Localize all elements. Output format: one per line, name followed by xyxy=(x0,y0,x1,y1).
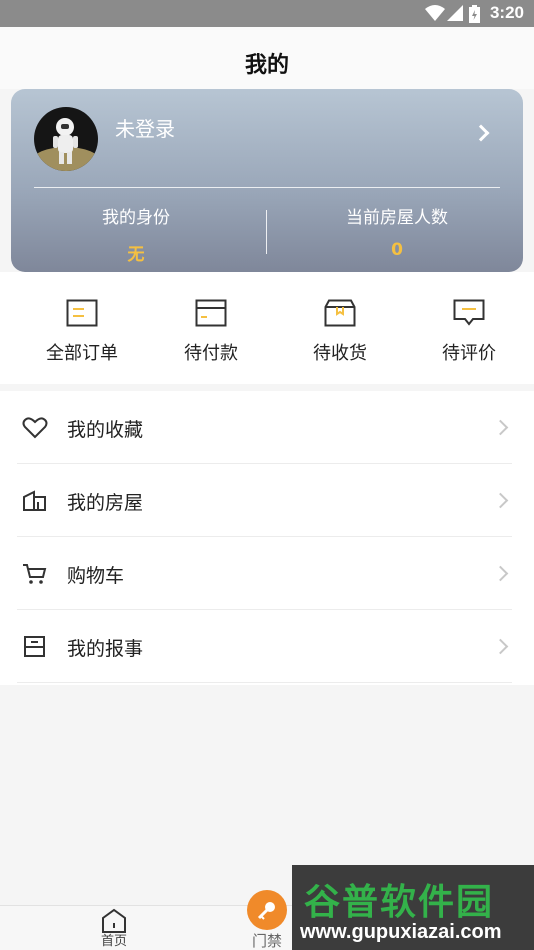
residents-stat: 当前房屋人数 0 xyxy=(297,203,497,260)
comment-icon xyxy=(453,299,485,326)
order-shortcuts: 全部订单 待付款 待收货 待评价 xyxy=(0,272,534,384)
stat-divider xyxy=(266,210,267,254)
residents-label: 当前房屋人数 xyxy=(346,208,448,228)
menu-item-house[interactable]: 我的房屋 xyxy=(0,464,534,537)
heart-icon xyxy=(22,417,48,439)
row-divider xyxy=(17,682,512,683)
identity-label: 我的身份 xyxy=(102,208,170,228)
page-title: 我的 xyxy=(244,53,289,78)
order-unreceived-label: 待收货 xyxy=(313,343,367,364)
package-icon xyxy=(324,299,356,327)
order-all-label: 全部订单 xyxy=(46,343,118,364)
watermark-url: www.gupuxiazai.com xyxy=(300,921,502,943)
card-divider xyxy=(34,187,500,188)
menu-item-label: 购物车 xyxy=(67,565,125,587)
login-status-text[interactable]: 未登录 xyxy=(115,113,175,142)
cart-icon xyxy=(23,564,47,584)
door-access-button[interactable] xyxy=(247,890,287,930)
all-orders-icon xyxy=(66,299,98,327)
chevron-right-icon xyxy=(492,565,509,582)
chevron-right-icon[interactable] xyxy=(472,124,490,142)
watermark-brand: 谷普软件园 xyxy=(304,882,495,923)
wallet-icon xyxy=(195,299,227,327)
menu-item-reports[interactable]: 我的报事 xyxy=(0,610,534,683)
identity-value: 无 xyxy=(127,245,145,265)
order-unpaid-label: 待付款 xyxy=(184,343,238,364)
identity-stat: 我的身份 无 xyxy=(36,203,236,265)
clock: 3:20 xyxy=(489,3,524,22)
tab-home[interactable]: 首页 xyxy=(54,906,174,950)
menu-item-label: 我的收藏 xyxy=(67,419,144,441)
order-unpaid-button[interactable]: 待付款 xyxy=(146,299,276,365)
order-unreviewed-label: 待评价 xyxy=(442,343,496,364)
battery-icon xyxy=(469,5,480,23)
menu-item-label: 我的房屋 xyxy=(67,492,144,514)
chevron-right-icon xyxy=(492,638,509,655)
menu-item-label: 我的报事 xyxy=(67,638,144,660)
app-header: 我的 xyxy=(0,27,534,89)
avatar[interactable] xyxy=(34,107,98,171)
residents-value: 0 xyxy=(391,240,403,260)
order-all-button[interactable]: 全部订单 xyxy=(17,299,147,365)
menu-item-favorites[interactable]: 我的收藏 xyxy=(0,391,534,464)
order-unreceived-button[interactable]: 待收货 xyxy=(275,299,405,365)
astronaut-icon xyxy=(34,118,98,171)
cell-signal-icon xyxy=(447,5,463,21)
tab-home-label: 首页 xyxy=(100,934,127,949)
order-unreviewed-button[interactable]: 待评价 xyxy=(404,299,534,365)
watermark-logo: 谷普软件园 www.gupuxiazai.com xyxy=(292,865,534,950)
profile-card[interactable]: 未登录 我的身份 无 当前房屋人数 0 xyxy=(11,89,523,272)
chevron-right-icon xyxy=(492,492,509,509)
menu-item-cart[interactable]: 购物车 xyxy=(0,537,534,610)
key-icon xyxy=(257,902,275,920)
wifi-icon xyxy=(425,5,445,21)
report-icon xyxy=(24,636,45,657)
menu-list: 我的收藏 我的房屋 购物车 我的报事 xyxy=(0,391,534,685)
house-icon xyxy=(23,490,46,511)
status-bar: 3:20 xyxy=(0,0,534,27)
chevron-right-icon xyxy=(492,419,509,436)
